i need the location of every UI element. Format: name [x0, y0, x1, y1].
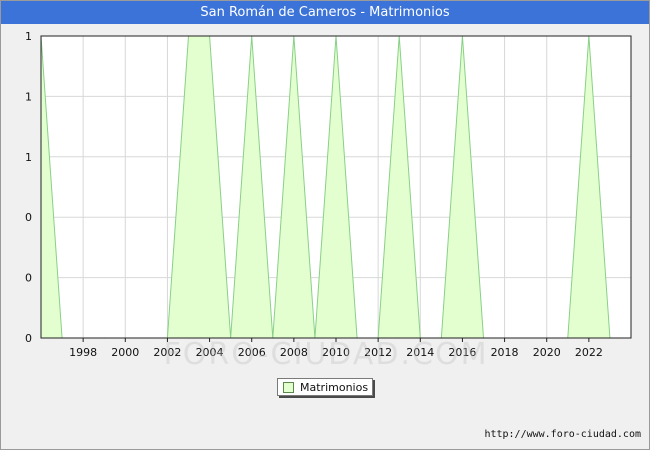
x-tick-label: 2008 [280, 346, 308, 359]
x-tick-label: 2002 [153, 346, 181, 359]
source-url: http://www.foro-ciudad.com [484, 429, 641, 440]
x-tick-label: 2014 [406, 346, 434, 359]
legend-label: Matrimonios [300, 380, 369, 394]
y-tick-label: 0 [25, 332, 32, 345]
x-tick-label: 2004 [196, 346, 224, 359]
x-tick-label: 2018 [491, 346, 519, 359]
x-tick-label: 2000 [111, 346, 139, 359]
x-tick-label: 2010 [322, 346, 350, 359]
x-tick-label: 1998 [69, 346, 97, 359]
y-tick-label: 1 [25, 90, 32, 103]
y-tick-label: 0 [25, 211, 32, 224]
chart-frame: San Román de Cameros - Matrimonios 00011… [0, 0, 650, 450]
legend: Matrimonios [277, 378, 373, 396]
y-tick-label: 1 [25, 151, 32, 164]
y-tick-label: 0 [25, 272, 32, 285]
x-tick-label: 2006 [238, 346, 266, 359]
x-tick-label: 2020 [533, 346, 561, 359]
x-tick-label: 2016 [448, 346, 476, 359]
x-tick-label: 2012 [364, 346, 392, 359]
x-tick-label: 2022 [575, 346, 603, 359]
y-tick-label: 1 [25, 30, 32, 43]
legend-swatch [283, 381, 294, 393]
